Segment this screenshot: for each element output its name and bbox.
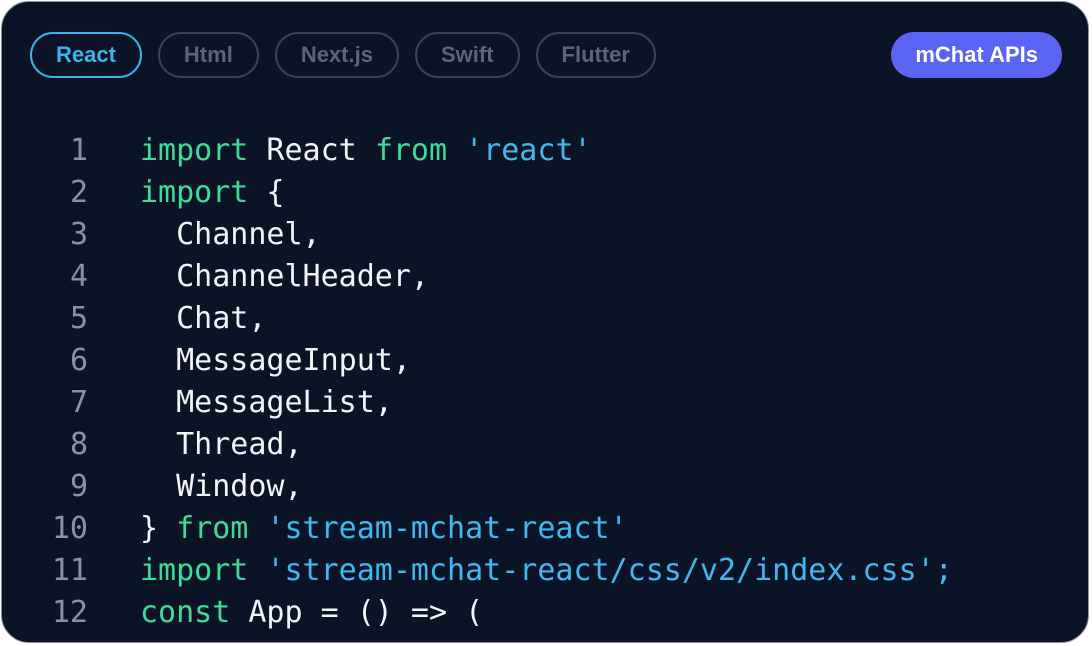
line-number: 11 (51, 553, 88, 588)
code-text: import 'stream-mchat-react/css/v2/index.… (140, 550, 953, 592)
line-number: 9 (69, 469, 88, 504)
code-line: 9 Window, (2, 466, 953, 508)
code-token: 'stream-mchat-react/css/v2/index.css'; (266, 553, 953, 588)
code-token: MessageList, (140, 385, 393, 420)
line-number: 10 (51, 511, 88, 546)
code-line: 5 Chat, (2, 298, 953, 340)
line-number: 7 (69, 385, 88, 420)
code-text: Thread, (140, 424, 303, 466)
line-number: 8 (69, 427, 88, 462)
code-token: Chat, (140, 301, 267, 336)
code-line: 8 Thread, (2, 424, 953, 466)
code-token: Thread, (140, 427, 303, 462)
tab-react[interactable]: React (30, 32, 142, 78)
code-token: const (140, 595, 231, 630)
tab-next-js[interactable]: Next.js (274, 32, 399, 78)
code-token: MessageInput, (140, 343, 411, 378)
code-token: Channel, (140, 217, 321, 252)
code-line: 4 ChannelHeader, (2, 256, 953, 298)
code-token: React (248, 133, 375, 168)
code-text: Channel, (140, 214, 321, 256)
code-text: Window, (140, 466, 303, 508)
code-text: const App = () => ( (140, 592, 483, 634)
code-token: App = () => ( (230, 595, 484, 630)
code-line: 12 const App = () => ( (2, 592, 953, 634)
code-token: } (140, 511, 177, 546)
code-token: 'react' (465, 133, 592, 168)
code-text: import { (140, 172, 285, 214)
code-text: MessageList, (140, 382, 393, 424)
code-line: 6 MessageInput, (2, 340, 953, 382)
tab-html[interactable]: Html (157, 32, 259, 78)
line-number: 2 (69, 175, 88, 210)
code-block: 1 import React from 'react' 2 import {3 Cha… (2, 130, 953, 634)
code-text: MessageInput, (140, 340, 411, 382)
code-card: React Html Next.js Swift Flutter mChat APIs … (1, 1, 1089, 643)
code-line: 2 import { (2, 172, 953, 214)
code-token: { (248, 175, 285, 210)
line-number: 6 (69, 343, 88, 378)
code-line: 10} from 'stream-mchat-react' (2, 508, 953, 550)
line-number: 12 (51, 595, 88, 630)
code-token: 'stream-mchat-react' (266, 511, 628, 546)
line-number: 5 (69, 301, 88, 336)
line-number: 4 (69, 259, 88, 294)
code-token: from (374, 133, 448, 168)
tab-flutter[interactable]: Flutter (535, 32, 656, 78)
line-number: 3 (69, 217, 88, 252)
code-token: import (140, 553, 249, 588)
code-text: ChannelHeader, (140, 256, 429, 298)
code-text: import React from 'react' (140, 130, 592, 172)
code-line: 11 import 'stream-mchat-react/css/v2/inde… (2, 550, 953, 592)
mchat-apis-button[interactable]: mChat APIs (891, 32, 1062, 78)
code-line: 3 Channel, (2, 214, 953, 256)
tab-swift[interactable]: Swift (414, 32, 520, 78)
code-line: 1 import React from 'react' (2, 130, 953, 172)
code-text: Chat, (140, 298, 266, 340)
line-number: 1 (69, 133, 88, 168)
code-text: } from 'stream-mchat-react' (140, 508, 628, 550)
code-line: 7 MessageList, (2, 382, 953, 424)
code-token: ChannelHeader, (140, 259, 429, 294)
code-token: Window, (140, 469, 303, 504)
code-token: from (176, 511, 249, 546)
code-token: import (140, 133, 249, 168)
code-token: import (140, 175, 249, 210)
language-tabs: React Html Next.js Swift Flutter (30, 32, 656, 78)
